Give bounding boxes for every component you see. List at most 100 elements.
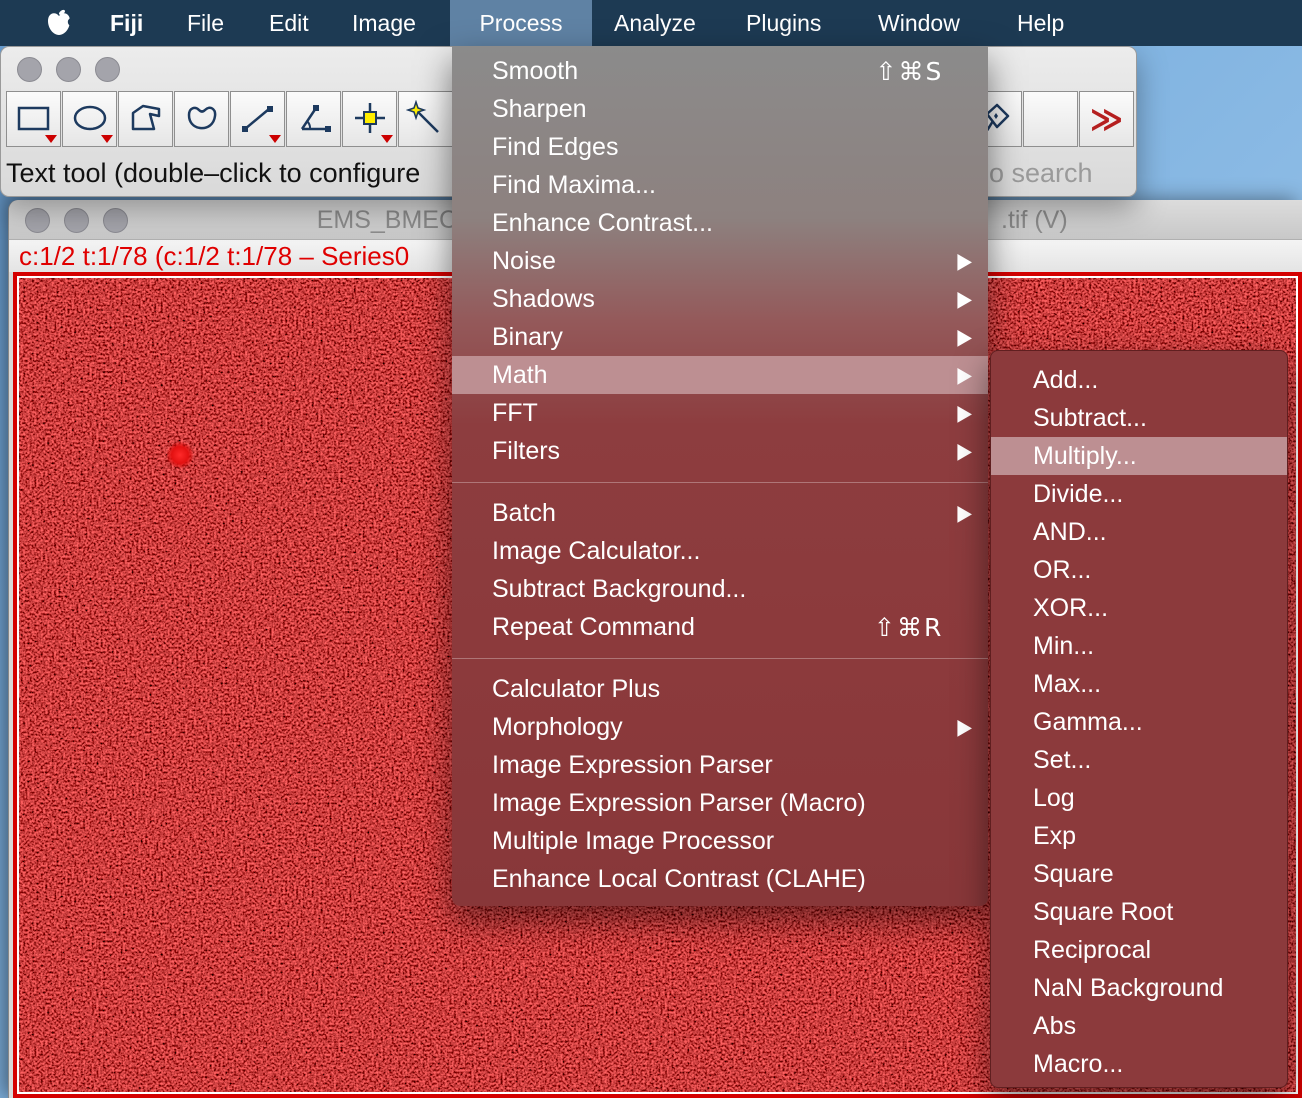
submenu-item[interactable]: Gamma... xyxy=(991,703,1287,741)
fluorescent-spot xyxy=(167,442,193,468)
submenu-item[interactable]: Add... xyxy=(991,361,1287,399)
menubar-item-window[interactable]: Window xyxy=(878,0,960,46)
menu-item-label: FFT xyxy=(492,398,538,427)
menu-item[interactable]: Find Maxima... ▶ xyxy=(452,166,988,204)
more-tools-button[interactable]: ≫ xyxy=(1079,91,1134,147)
submenu-item[interactable]: Square Root xyxy=(991,893,1287,931)
menubar-item-analyze[interactable]: Analyze xyxy=(614,0,696,46)
menubar-item-image[interactable]: Image xyxy=(352,0,416,46)
wand-icon xyxy=(405,100,439,133)
oval-tool-button[interactable] xyxy=(62,91,117,147)
menu-item-label: Math xyxy=(492,360,548,389)
minimize-button[interactable] xyxy=(56,57,81,82)
menu-item[interactable]: Shadows ▶ xyxy=(452,280,988,318)
menu-item[interactable]: Repeat Command ⇧⌘R ▶ xyxy=(452,608,988,646)
menu-separator xyxy=(452,646,988,670)
close-button[interactable] xyxy=(17,57,42,82)
menubar-item-help[interactable]: Help xyxy=(1017,0,1064,46)
submenu-item[interactable]: Subtract... xyxy=(991,399,1287,437)
rectangle-tool-button[interactable] xyxy=(6,91,61,147)
freehand-tool-button[interactable] xyxy=(174,91,229,147)
menu-item[interactable]: Smooth ⇧⌘S ▶ xyxy=(452,52,988,90)
menu-item-label: Subtract Background... xyxy=(492,574,747,603)
menu-item-shortcut: ⇧⌘S xyxy=(875,56,944,86)
submenu-item-label: Log xyxy=(1033,783,1075,812)
submenu-item[interactable]: Multiply... xyxy=(991,437,1287,475)
line-tool-button[interactable] xyxy=(230,91,285,147)
submenu-item-label: NaN Background xyxy=(1033,973,1224,1002)
submenu-arrow-icon: ▶ xyxy=(957,248,972,274)
menu-item-label: Noise xyxy=(492,246,556,275)
menu-item[interactable]: Sharpen ▶ xyxy=(452,90,988,128)
submenu-item[interactable]: OR... xyxy=(991,551,1287,589)
flyout-triangle-icon xyxy=(381,135,393,143)
submenu-item[interactable]: Log xyxy=(991,779,1287,817)
menubar-item-file[interactable]: File xyxy=(187,0,224,46)
submenu-item[interactable]: XOR... xyxy=(991,589,1287,627)
menu-item[interactable]: Subtract Background... ▶ xyxy=(452,570,988,608)
menu-item[interactable]: Find Edges ▶ xyxy=(452,128,988,166)
polygon-tool-button[interactable] xyxy=(118,91,173,147)
submenu-arrow-icon: ▶ xyxy=(957,500,972,526)
submenu-item-label: Add... xyxy=(1033,365,1099,394)
zoom-button[interactable] xyxy=(95,57,120,82)
menu-item[interactable]: Batch ▶ xyxy=(452,494,988,532)
menu-item[interactable]: Image Expression Parser (Macro) ▶ xyxy=(452,784,988,822)
flyout-triangle-icon xyxy=(45,135,57,143)
submenu-item[interactable]: Set... xyxy=(991,741,1287,779)
submenu-item[interactable]: AND... xyxy=(991,513,1287,551)
submenu-item-label: Square Root xyxy=(1033,897,1174,926)
submenu-item-label: Multiply... xyxy=(1033,441,1137,470)
point-icon xyxy=(354,103,385,133)
menu-item[interactable]: Image Calculator... ▶ xyxy=(452,532,988,570)
apple-menu[interactable] xyxy=(46,9,77,37)
submenu-item[interactable]: Reciprocal xyxy=(991,931,1287,969)
menu-item[interactable]: Multiple Image Processor ▶ xyxy=(452,822,988,860)
menubar-item-process[interactable]: Process xyxy=(450,0,592,46)
search-placeholder-fragment[interactable]: o search xyxy=(989,151,1093,195)
menu-item-label: Binary xyxy=(492,322,563,351)
menu-item[interactable]: Morphology ▶ xyxy=(452,708,988,746)
menu-bar: Fiji File Edit Image Process Analyze Plu… xyxy=(0,0,1302,46)
submenu-item[interactable]: Abs xyxy=(991,1007,1287,1045)
menu-item[interactable]: Enhance Local Contrast (CLAHE) ▶ xyxy=(452,860,988,898)
image-window-title-right: .tif (V) xyxy=(1001,206,1068,234)
menu-item[interactable]: Noise ▶ xyxy=(452,242,988,280)
menubar-item-edit[interactable]: Edit xyxy=(269,0,309,46)
menubar-item-plugins[interactable]: Plugins xyxy=(746,0,821,46)
submenu-item[interactable]: Max... xyxy=(991,665,1287,703)
submenu-item[interactable]: Square xyxy=(991,855,1287,893)
menu-item-label: Image Expression Parser xyxy=(492,750,773,779)
menu-item[interactable]: FFT ▶ xyxy=(452,394,988,432)
menu-item-label: Smooth xyxy=(492,56,579,85)
minimize-button[interactable] xyxy=(64,208,89,233)
submenu-arrow-icon: ▶ xyxy=(957,400,972,426)
menu-item[interactable]: Filters ▶ xyxy=(452,432,988,470)
submenu-arrow-icon: ▶ xyxy=(957,324,972,350)
angle-tool-button[interactable] xyxy=(286,91,341,147)
menu-item[interactable]: Calculator Plus ▶ xyxy=(452,670,988,708)
image-window-title-left: EMS_BMEC xyxy=(316,206,457,234)
submenu-item[interactable]: NaN Background xyxy=(991,969,1287,1007)
zoom-button[interactable] xyxy=(103,208,128,233)
apple-icon xyxy=(48,9,77,35)
submenu-item[interactable]: Exp xyxy=(991,817,1287,855)
submenu-item[interactable]: Macro... xyxy=(991,1045,1287,1083)
point-tool-button[interactable] xyxy=(342,91,397,147)
wand-tool-button[interactable] xyxy=(398,91,453,147)
submenu-item-label: Square xyxy=(1033,859,1114,888)
submenu-arrow-icon: ▶ xyxy=(957,714,972,740)
submenu-item[interactable]: Divide... xyxy=(991,475,1287,513)
submenu-arrow-icon: ▶ xyxy=(957,362,972,388)
menu-item-shortcut: ⇧⌘R xyxy=(874,612,944,642)
submenu-item-label: OR... xyxy=(1033,555,1092,584)
submenu-arrow-icon: ▶ xyxy=(957,438,972,464)
submenu-item[interactable]: Min... xyxy=(991,627,1287,665)
menu-item[interactable]: Enhance Contrast... ▶ xyxy=(452,204,988,242)
menu-item[interactable]: Math ▶ xyxy=(452,356,988,394)
close-button[interactable] xyxy=(25,208,50,233)
menubar-item-fiji[interactable]: Fiji xyxy=(110,0,143,46)
spare-tool-button[interactable] xyxy=(1023,91,1078,147)
menu-item[interactable]: Binary ▶ xyxy=(452,318,988,356)
menu-item[interactable]: Image Expression Parser ▶ xyxy=(452,746,988,784)
